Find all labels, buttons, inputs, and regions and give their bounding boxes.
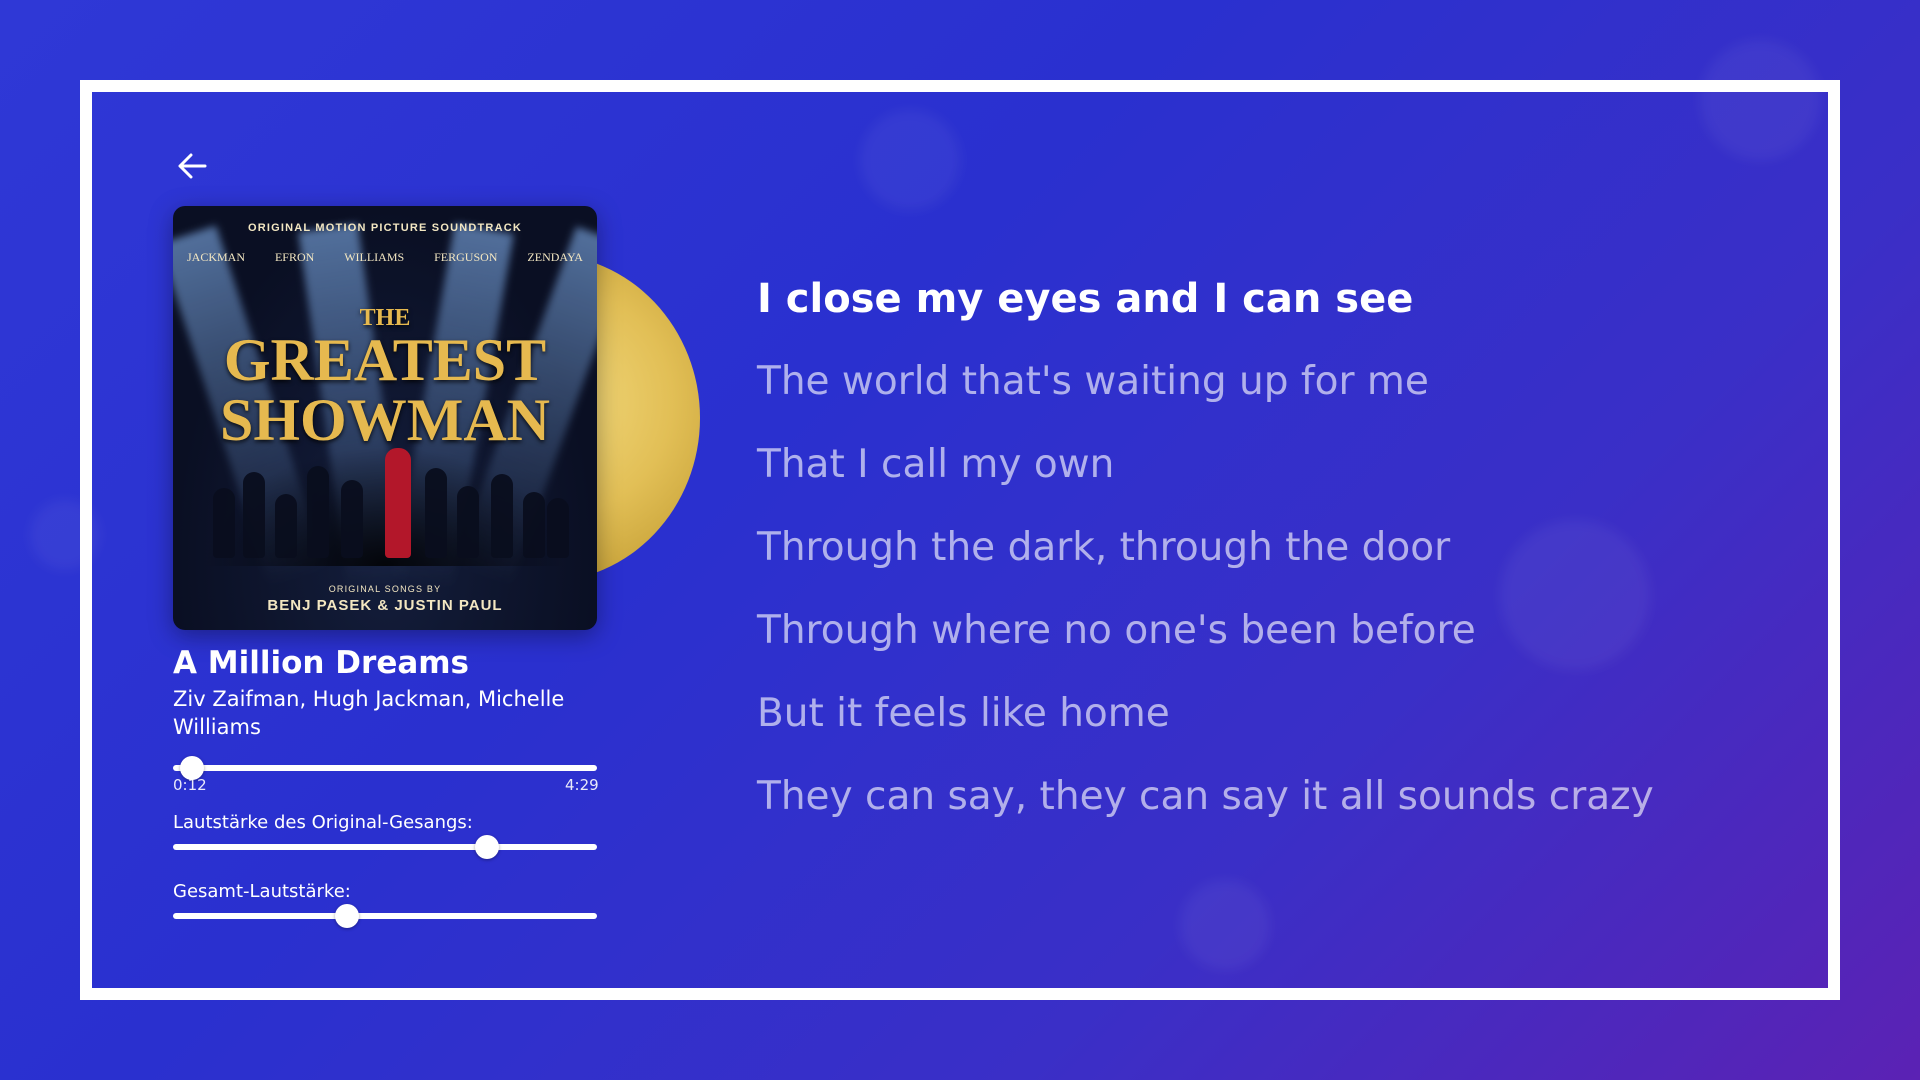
lyric-line: But it feels like home xyxy=(757,691,1170,736)
cover-title: THE GREATEST SHOWMAN xyxy=(220,305,550,453)
vocals-volume-thumb[interactable] xyxy=(474,835,499,859)
vocals-volume-label: Lautstärke des Original-Gesangs: xyxy=(173,812,473,833)
total-volume-slider[interactable] xyxy=(173,904,597,928)
cover-cast-name: ZENDAYA xyxy=(527,250,583,264)
back-button[interactable] xyxy=(172,146,212,186)
total-volume-thumb[interactable] xyxy=(334,904,359,928)
total-duration: 4:29 xyxy=(565,776,599,794)
cover-cast-name: EFRON xyxy=(274,250,315,264)
lyric-line: Through the dark, through the door xyxy=(757,525,1451,570)
lyrics-panel: I close my eyes and I can see The world … xyxy=(757,268,1767,849)
cover-cast-name: WILLIAMS xyxy=(344,250,405,264)
lyric-line: Through where no one's been before xyxy=(757,608,1476,653)
lyric-line: The world that's waiting up for me xyxy=(757,359,1429,404)
lyric-line: They can say, they can say it all sounds… xyxy=(757,774,1654,819)
total-volume-label: Gesamt-Lautstärke: xyxy=(173,881,351,902)
cover-cast-name: JACKMAN xyxy=(187,250,246,264)
album-cover: ORIGINAL MOTION PICTURE SOUNDTRACK JACKM… xyxy=(173,206,597,630)
playback-progress-slider[interactable] xyxy=(173,756,597,780)
track-artist: Ziv Zaifman, Hugh Jackman, Michelle Will… xyxy=(173,687,565,739)
track-title: A Million Dreams xyxy=(173,645,470,681)
cover-cast-name: FERGUSON xyxy=(434,250,498,264)
arrow-left-icon xyxy=(178,153,207,179)
lyric-line: That I call my own xyxy=(757,442,1115,487)
cover-subtitle: ORIGINAL MOTION PICTURE SOUNDTRACK xyxy=(247,222,523,234)
cover-credits: ORIGINAL SONGS BY BENJ PASEK & JUSTIN PA… xyxy=(267,584,503,614)
vocals-volume-slider[interactable] xyxy=(173,835,597,859)
lyric-line: I close my eyes and I can see xyxy=(757,276,1414,322)
cover-cast: JACKMAN EFRON WILLIAMS FERGUSON ZENDAYA xyxy=(187,250,583,265)
elapsed-time: 0:12 xyxy=(173,776,207,794)
cover-performers xyxy=(203,446,569,566)
